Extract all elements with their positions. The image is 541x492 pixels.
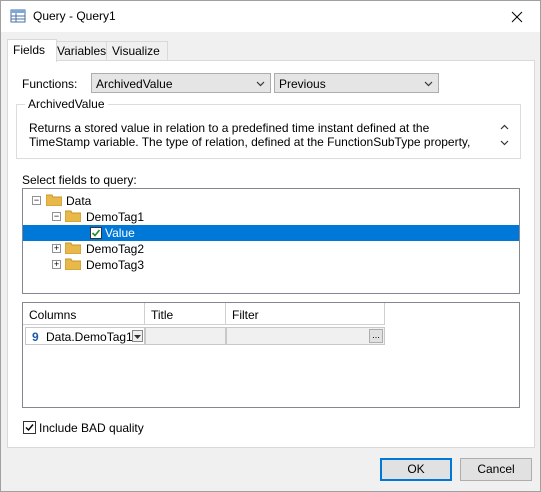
checkmark-icon (91, 229, 101, 237)
description-text: Returns a stored value in relation to a … (29, 121, 471, 151)
tree-node-demotag3[interactable]: + DemoTag3 (23, 257, 519, 273)
chevron-down-icon (500, 140, 508, 146)
column-value: Data.DemoTag1.V (46, 330, 132, 344)
description-group: ArchivedValue Returns a stored value in … (16, 97, 521, 159)
tree-node-label: Value (105, 226, 135, 240)
folder-icon (65, 242, 81, 254)
window-title: Query - Query1 (33, 9, 116, 23)
fields-tree[interactable]: − Data − DemoTag1 Value + DemoTag2 + Dem… (22, 188, 520, 294)
tree-node-label: DemoTag2 (86, 242, 145, 256)
tab-visualize[interactable]: Visualize (106, 41, 168, 61)
close-button[interactable] (494, 1, 540, 32)
tree-node-demotag1[interactable]: − DemoTag1 (23, 209, 519, 225)
column-dropdown-button[interactable] (132, 330, 143, 342)
functions-label: Functions: (22, 77, 78, 91)
row-index: 9 (32, 330, 39, 344)
collapse-icon[interactable]: − (52, 212, 61, 221)
table-icon (10, 9, 26, 23)
tab-variables[interactable]: Variables (51, 41, 113, 61)
column-header-filter[interactable]: Filter (226, 303, 385, 325)
column-header-columns[interactable]: Columns (23, 303, 145, 325)
chevron-down-icon (256, 81, 265, 87)
expand-icon[interactable]: + (52, 260, 61, 269)
checkmark-icon (25, 424, 34, 432)
cancel-button[interactable]: Cancel (460, 458, 532, 481)
chevron-down-icon (424, 81, 433, 87)
fields-panel: Functions: ArchivedValue Previous Archiv… (7, 60, 535, 448)
include-bad-label: Include BAD quality (39, 421, 144, 435)
column-header-title[interactable]: Title (145, 303, 226, 325)
title-cell[interactable] (145, 327, 226, 345)
description-scroller[interactable] (498, 121, 510, 151)
filter-ellipsis-button[interactable]: ... (369, 329, 383, 343)
title-bar: Query - Query1 (1, 1, 540, 32)
tree-node-label: DemoTag3 (86, 258, 145, 272)
ok-button[interactable]: OK (380, 458, 452, 481)
function-subtype-value: Previous (279, 77, 326, 91)
tree-node-demotag2[interactable]: + DemoTag2 (23, 241, 519, 257)
filter-cell[interactable]: ... (226, 327, 385, 345)
tree-node-label: Data (66, 194, 92, 208)
chevron-up-icon (500, 124, 508, 130)
column-cell[interactable]: 9 Data.DemoTag1.V (25, 327, 145, 345)
include-bad-checkbox[interactable] (23, 421, 36, 434)
collapse-icon[interactable]: − (32, 196, 41, 205)
description-title: ArchivedValue (25, 97, 108, 111)
tree-node-value[interactable]: Value (23, 225, 519, 241)
folder-icon (46, 194, 62, 206)
close-icon (511, 11, 523, 22)
select-fields-label: Select fields to query: (22, 173, 137, 187)
columns-grid[interactable]: Columns Title Filter 9 Data.DemoTag1.V .… (22, 302, 520, 408)
value-checkbox[interactable] (90, 227, 102, 239)
query-dialog: Query - Query1 Fields Variables Visualiz… (0, 0, 541, 492)
function-subtype-select[interactable]: Previous (274, 73, 439, 93)
tree-node-label: DemoTag1 (86, 210, 145, 224)
expand-icon[interactable]: + (52, 244, 61, 253)
tree-node-data[interactable]: − Data (23, 193, 519, 209)
chevron-down-icon (134, 335, 141, 339)
folder-icon (65, 210, 81, 222)
function-select-value: ArchivedValue (96, 77, 173, 91)
folder-icon (65, 258, 81, 270)
tab-fields[interactable]: Fields (7, 39, 57, 62)
function-select[interactable]: ArchivedValue (91, 73, 271, 93)
